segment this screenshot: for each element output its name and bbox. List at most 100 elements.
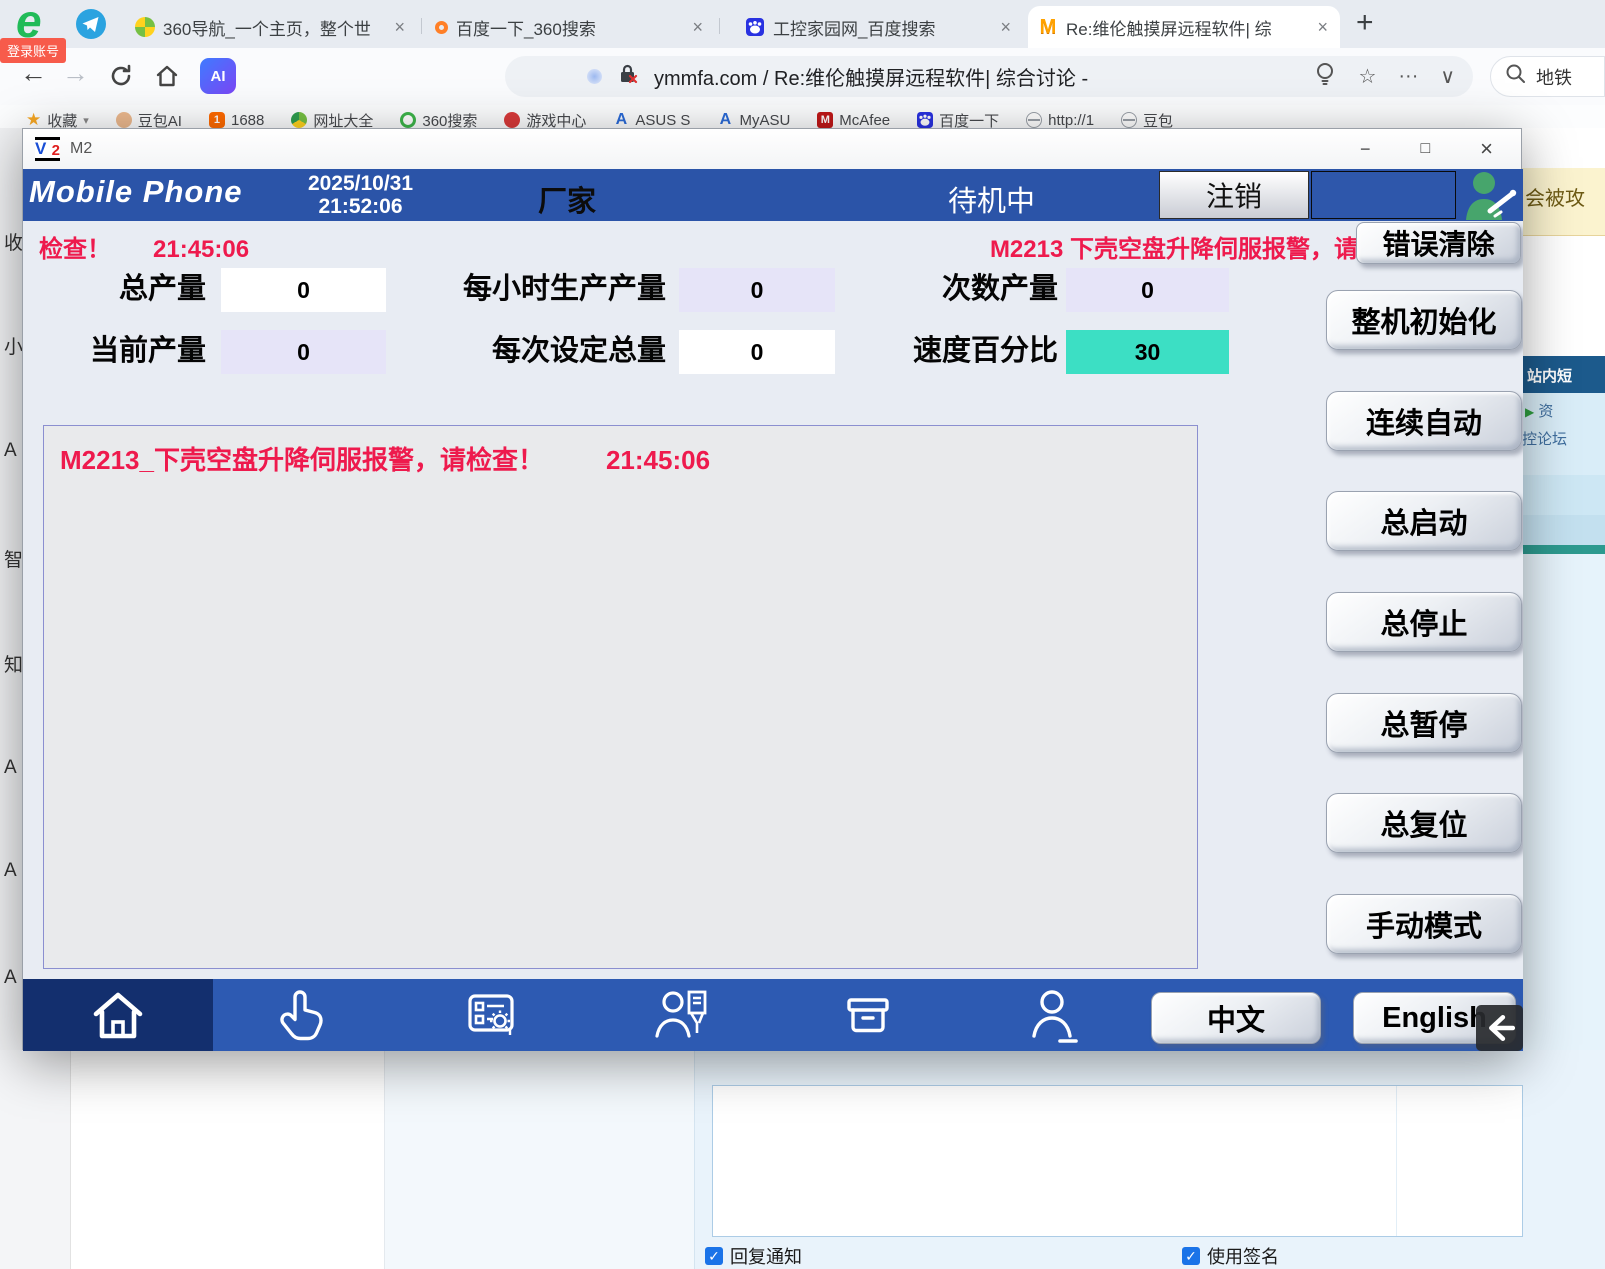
side-panel-item[interactable]: A bbox=[4, 967, 17, 989]
side-panel-item[interactable]: 知 bbox=[4, 650, 22, 677]
forward-icon[interactable]: → bbox=[62, 58, 89, 89]
reply-textarea[interactable] bbox=[712, 1085, 1523, 1237]
checkbox-checked-icon[interactable]: ✓ bbox=[705, 1247, 723, 1265]
bookmark-myasus[interactable]: AMyASU bbox=[717, 112, 790, 129]
arrow-icon: ▶ bbox=[1525, 405, 1534, 419]
back-float-button[interactable] bbox=[1476, 1005, 1523, 1051]
master-pause-button[interactable]: 总暂停 bbox=[1326, 693, 1522, 753]
insecure-lock-icon[interactable] bbox=[618, 63, 638, 90]
hmi-nav-bar: 中文 English bbox=[23, 979, 1523, 1051]
login-badge[interactable]: 登录账号 bbox=[0, 38, 66, 63]
panel-link[interactable]: 控论坛 bbox=[1522, 428, 1605, 449]
nav-storage-tab[interactable] bbox=[840, 987, 896, 1043]
user-icon bbox=[1026, 987, 1082, 1043]
baidu-paw-favicon bbox=[745, 17, 765, 37]
language-chinese-button[interactable]: 中文 bbox=[1151, 992, 1321, 1044]
stat-value-defect-output[interactable]: 0 bbox=[1066, 268, 1229, 312]
hmi-brand: Mobile Phone bbox=[29, 174, 243, 210]
forum-column-mid bbox=[385, 1050, 695, 1269]
tab-weinview-forum-active[interactable]: M Re:维伦触摸屏远程软件| 综 × bbox=[1028, 6, 1340, 48]
360-nav-favicon bbox=[135, 17, 155, 37]
tab-gongkong[interactable]: 工控家园网_百度搜索 × bbox=[735, 6, 1023, 48]
tab-close-icon[interactable]: × bbox=[1315, 17, 1330, 38]
hmi-machine-status: 待机中 bbox=[948, 178, 1035, 220]
window-title-bar[interactable]: V2 M2 − □ × bbox=[23, 129, 1521, 169]
alarm-list-box: M2213_下壳空盘升降伺服报警，请检查！21:45:06 bbox=[43, 425, 1198, 969]
bookmark-asus[interactable]: AASUS S bbox=[613, 112, 690, 129]
bookmark-1688[interactable]: 11688 bbox=[209, 112, 264, 129]
close-button[interactable]: × bbox=[1480, 136, 1493, 162]
new-tab-button[interactable]: + bbox=[1356, 6, 1374, 40]
nav-recipe-tab[interactable] bbox=[653, 987, 709, 1043]
tooltip-text: 会被攻 bbox=[1522, 168, 1605, 211]
dropdown-chevron-icon[interactable]: ∨ bbox=[1440, 64, 1455, 89]
stat-value-total-output[interactable]: 0 bbox=[221, 268, 386, 312]
manual-mode-button[interactable]: 手动模式 bbox=[1326, 894, 1522, 954]
parameter-panel-icon bbox=[463, 987, 519, 1043]
archive-box-icon bbox=[840, 987, 896, 1043]
side-panel-item[interactable]: A bbox=[4, 757, 17, 779]
search-text[interactable]: 地铁 bbox=[1536, 64, 1572, 90]
stat-value-speed-percent[interactable]: 30 bbox=[1066, 330, 1229, 374]
tab-close-icon[interactable]: × bbox=[998, 17, 1013, 38]
stat-value-batch-total[interactable]: 0 bbox=[679, 330, 835, 374]
address-bar[interactable]: ymmfa.com / Re:维伦触摸屏远程软件| 综合讨论 - ☆ ··· ∨ bbox=[505, 56, 1473, 97]
tab-baidu-search[interactable]: 百度一下_360搜索 × bbox=[425, 6, 715, 48]
nav-home-tab[interactable] bbox=[23, 979, 213, 1051]
use-signature-checkbox[interactable]: ✓ 使用签名 bbox=[1182, 1243, 1279, 1269]
url-text[interactable]: ymmfa.com / Re:维伦触摸屏远程软件| 综合讨论 - bbox=[654, 62, 1088, 91]
home-icon[interactable] bbox=[154, 63, 180, 96]
tab-360-nav[interactable]: 360导航_一个主页，整个世 × bbox=[125, 6, 417, 48]
tab-separator bbox=[719, 18, 720, 34]
forum-panel-links: ▶ 资 控论坛 bbox=[1522, 393, 1605, 475]
reload-icon[interactable] bbox=[108, 63, 134, 96]
nav-manual-tab[interactable] bbox=[275, 987, 331, 1043]
quick-search-box[interactable]: 地铁 bbox=[1490, 56, 1605, 97]
home-icon bbox=[90, 987, 146, 1043]
operator-avatar-icon[interactable] bbox=[1459, 170, 1521, 220]
master-stop-button[interactable]: 总停止 bbox=[1326, 592, 1522, 652]
bookmark-http[interactable]: http://1 bbox=[1026, 112, 1094, 129]
reply-notify-checkbox[interactable]: ✓ 回复通知 bbox=[705, 1243, 802, 1269]
bookmark-label: MyASU bbox=[739, 112, 790, 129]
sites-icon bbox=[291, 112, 307, 128]
m2-window: V2 M2 − □ × Mobile Phone 2025/10/31 21:5… bbox=[22, 128, 1522, 1050]
continuous-auto-button[interactable]: 连续自动 bbox=[1326, 391, 1522, 451]
error-clear-button[interactable]: 错误清除 bbox=[1356, 222, 1521, 264]
ai-assistant-button[interactable]: AI bbox=[200, 58, 236, 94]
stat-value-hourly-output[interactable]: 0 bbox=[679, 268, 835, 312]
search-icon bbox=[1505, 63, 1527, 90]
bookmark-label: ASUS S bbox=[635, 112, 690, 129]
telegram-icon[interactable] bbox=[76, 9, 106, 39]
logout-button[interactable]: 注销 bbox=[1159, 171, 1309, 219]
nav-settings-tab[interactable] bbox=[463, 987, 519, 1043]
side-panel-item[interactable]: 收 bbox=[4, 228, 22, 255]
game-icon bbox=[504, 112, 520, 128]
bookmark-mcafee[interactable]: MMcAfee bbox=[817, 112, 890, 129]
page-row bbox=[1522, 475, 1605, 515]
side-panel-item[interactable]: A bbox=[4, 440, 17, 462]
favorite-star-icon[interactable]: ☆ bbox=[1358, 64, 1376, 89]
globe-icon bbox=[1026, 112, 1042, 128]
panel-link[interactable]: ▶ 资 bbox=[1522, 400, 1605, 421]
page-margin bbox=[0, 1050, 70, 1269]
side-panel-item[interactable]: A bbox=[4, 860, 17, 882]
stat-value-current-output[interactable]: 0 bbox=[221, 330, 386, 374]
more-menu-dots-icon[interactable]: ··· bbox=[1398, 65, 1418, 88]
master-reset-button[interactable]: 总复位 bbox=[1326, 793, 1522, 853]
tab-close-icon[interactable]: × bbox=[690, 17, 705, 38]
hmi-header: Mobile Phone 2025/10/31 21:52:06 厂家 待机中 … bbox=[23, 169, 1523, 221]
nav-user-tab[interactable] bbox=[1026, 987, 1082, 1043]
checkbox-checked-icon[interactable]: ✓ bbox=[1182, 1247, 1200, 1265]
master-start-button[interactable]: 总启动 bbox=[1326, 491, 1522, 551]
side-panel-item[interactable]: 智 bbox=[4, 545, 22, 572]
machine-init-button[interactable]: 整机初始化 bbox=[1326, 290, 1522, 350]
side-panel-item[interactable]: 小 bbox=[4, 332, 22, 359]
lightbulb-icon[interactable] bbox=[1314, 61, 1336, 92]
page-fragment bbox=[1522, 128, 1605, 168]
tab-close-icon[interactable]: × bbox=[392, 17, 407, 38]
tracking-shield-icon[interactable] bbox=[587, 69, 602, 84]
page-divider bbox=[1522, 545, 1605, 554]
maximize-button[interactable]: □ bbox=[1420, 140, 1430, 158]
minimize-button[interactable]: − bbox=[1360, 139, 1371, 160]
